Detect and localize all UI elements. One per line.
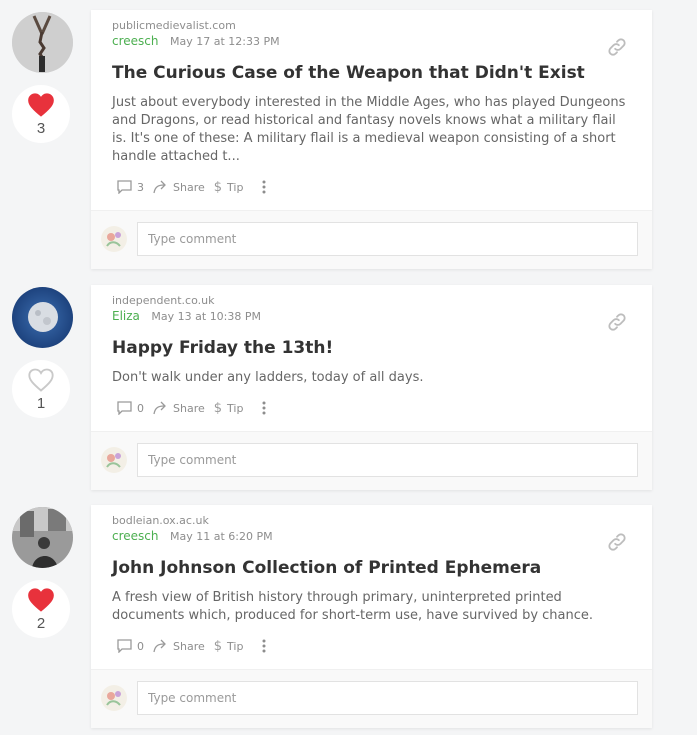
comment-icon <box>117 639 132 653</box>
share-label: Share <box>173 401 205 415</box>
comment-input[interactable] <box>137 222 638 256</box>
share-button[interactable]: Share <box>153 180 205 194</box>
share-label: Share <box>173 639 205 653</box>
comment-count: 3 <box>137 180 144 194</box>
post-date: May 17 at 12:33 PM <box>170 35 280 48</box>
share-icon <box>153 401 166 415</box>
comment-input[interactable] <box>137 681 638 715</box>
post-domain[interactable]: independent.co.uk <box>112 293 631 308</box>
comment-input[interactable] <box>137 443 638 477</box>
post-author[interactable]: Eliza <box>112 309 140 323</box>
more-button[interactable] <box>262 180 271 194</box>
avatar[interactable] <box>12 507 73 568</box>
heart-icon <box>28 92 54 117</box>
more-vertical-icon <box>262 401 266 415</box>
post-author[interactable]: creesch <box>112 529 159 543</box>
comment-bar <box>91 431 652 490</box>
comment-count: 0 <box>137 639 144 653</box>
tip-button[interactable]: $ Tip <box>214 401 244 416</box>
tip-button[interactable]: $ Tip <box>214 180 244 195</box>
comments-button[interactable]: 3 <box>117 180 144 194</box>
more-button[interactable] <box>262 401 271 415</box>
more-vertical-icon <box>262 639 266 653</box>
current-user-avatar <box>101 685 127 711</box>
link-icon[interactable] <box>606 36 628 58</box>
share-label: Share <box>173 180 205 194</box>
post-card: publicmedievalist.com creesch May 17 at … <box>91 10 652 269</box>
tip-label: Tip <box>227 639 244 653</box>
dollar-icon: $ <box>213 400 223 416</box>
post-title[interactable]: Happy Friday the 13th! <box>112 337 631 359</box>
post-card: independent.co.uk Eliza May 13 at 10:38 … <box>91 285 652 490</box>
post-title[interactable]: John Johnson Collection of Printed Ephem… <box>112 557 631 579</box>
comment-bar <box>91 210 652 269</box>
post-card: bodleian.ox.ac.uk creesch May 11 at 6:20… <box>91 505 652 728</box>
share-icon <box>153 639 166 653</box>
post-date: May 11 at 6:20 PM <box>170 530 273 543</box>
post-excerpt: Just about everybody interested in the M… <box>112 95 626 164</box>
post-domain[interactable]: bodleian.ox.ac.uk <box>112 513 631 528</box>
avatar[interactable] <box>12 287 73 348</box>
dollar-icon: $ <box>213 638 223 654</box>
feed: 3 publicmedievalist.com creesch May 17 a… <box>0 0 697 735</box>
like-count: 3 <box>36 119 46 137</box>
post-domain[interactable]: publicmedievalist.com <box>112 18 631 33</box>
like-button[interactable]: 2 <box>12 580 70 638</box>
avatar[interactable] <box>12 12 73 73</box>
more-button[interactable] <box>262 639 271 653</box>
post-excerpt: A fresh view of British history through … <box>112 590 594 623</box>
like-button[interactable]: 3 <box>12 85 70 143</box>
comments-button[interactable]: 0 <box>117 401 144 415</box>
post-author[interactable]: creesch <box>112 34 159 48</box>
like-count: 2 <box>36 614 46 632</box>
dollar-icon: $ <box>213 179 223 195</box>
like-button[interactable]: 1 <box>12 360 70 418</box>
heart-outline-icon <box>28 368 54 392</box>
like-count: 1 <box>36 394 46 412</box>
more-vertical-icon <box>262 180 266 194</box>
current-user-avatar <box>101 447 127 473</box>
comment-icon <box>117 401 132 415</box>
comment-count: 0 <box>137 401 144 415</box>
post-excerpt: Don't walk under any ladders, today of a… <box>112 370 424 385</box>
share-icon <box>153 180 166 194</box>
tip-label: Tip <box>227 401 244 415</box>
post-title[interactable]: The Curious Case of the Weapon that Didn… <box>112 62 631 84</box>
link-icon[interactable] <box>606 531 628 553</box>
share-button[interactable]: Share <box>153 401 205 415</box>
heart-icon <box>28 587 54 612</box>
post-date: May 13 at 10:38 PM <box>151 310 262 323</box>
tip-button[interactable]: $ Tip <box>214 639 244 654</box>
current-user-avatar <box>101 226 127 252</box>
share-button[interactable]: Share <box>153 639 205 653</box>
comment-icon <box>117 180 132 194</box>
link-icon[interactable] <box>606 311 628 333</box>
comment-bar <box>91 669 652 728</box>
tip-label: Tip <box>227 180 244 194</box>
comments-button[interactable]: 0 <box>117 639 144 653</box>
